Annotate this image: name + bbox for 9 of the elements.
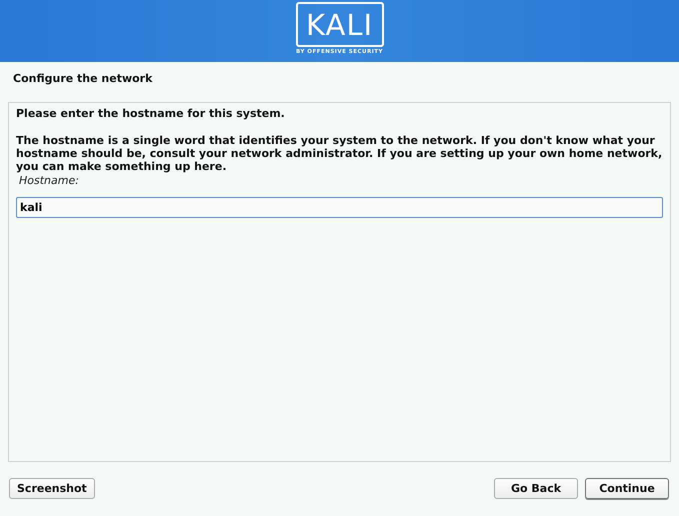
continue-button[interactable]: Continue <box>585 478 669 499</box>
field-label: Hostname: <box>19 174 80 187</box>
prompt-heading: Please enter the hostname for this system. <box>16 107 286 120</box>
page-title: Configure the network <box>12 71 154 87</box>
hostname-field[interactable]: kali <box>16 197 663 218</box>
back-button[interactable]: Go Back <box>494 478 578 499</box>
prompt-description: The hostname is a single word that identifies your system to the network. If you don't know what your hostname should be, consult your network administrator. If you are setting up your own home network, you can make something up here. <box>16 134 663 173</box>
logo: KALI <box>296 2 384 47</box>
screenshot-button[interactable]: Screenshot <box>9 478 95 499</box>
